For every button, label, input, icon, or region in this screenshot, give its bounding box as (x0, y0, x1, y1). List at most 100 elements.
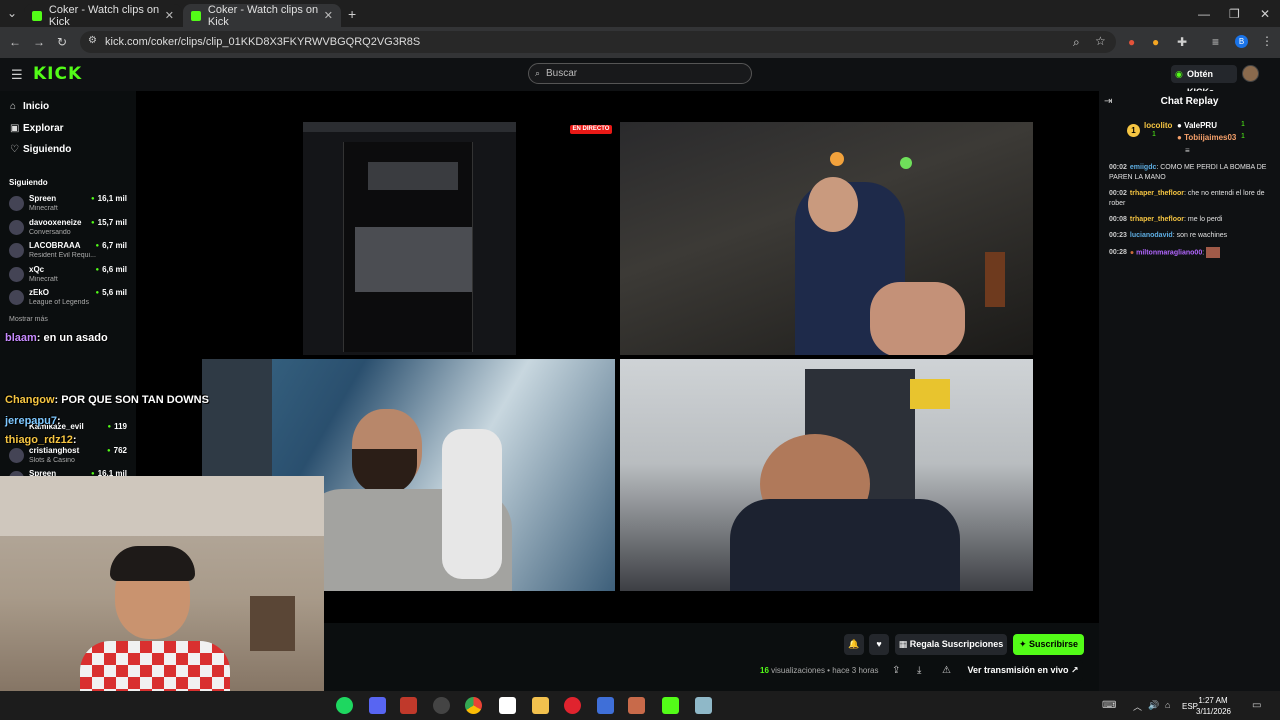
notifications-button[interactable]: 🔔 (844, 634, 864, 655)
new-tab-icon[interactable]: + (348, 6, 356, 22)
chat-user[interactable]: emiigdc (1130, 164, 1156, 171)
opera-icon[interactable] (564, 697, 581, 714)
recommended-channel[interactable]: cristianghost Slots & Casino 762 (9, 446, 131, 468)
browser-tab-active[interactable]: Coker - Watch clips on Kick ✕ (183, 3, 341, 28)
keyboard-icon[interactable]: ⌨ (1102, 700, 1116, 711)
chat-user[interactable]: miltonmaragliano00 (1136, 249, 1202, 256)
channel-name: cristianghost (29, 446, 80, 455)
get-kicks-button[interactable]: ◉ Obtén KICKs (1171, 65, 1237, 97)
forward-icon[interactable]: → (33, 35, 45, 49)
volume-icon[interactable]: 🔊 (1148, 700, 1159, 711)
channel-name: xQc (29, 265, 45, 274)
tray-chevron-icon[interactable]: ︿ (1133, 700, 1142, 713)
top-gifter-name[interactable]: locolito (1144, 121, 1172, 130)
streamer-facecam (0, 476, 324, 720)
chat-text: me lo perdi (1187, 216, 1223, 223)
nav-home[interactable]: ⌂ Inicio (10, 101, 49, 112)
chat-time: 00:08 (1109, 216, 1127, 223)
channel-name: davooxeneize (29, 218, 82, 227)
kick-app-icon[interactable] (662, 697, 679, 714)
user-avatar[interactable] (1242, 65, 1259, 82)
media-control-icon[interactable]: ≡ (1212, 35, 1219, 49)
zoom-icon[interactable]: ⌕ (1073, 35, 1080, 50)
kick-logo[interactable]: KICK (33, 64, 82, 84)
file-explorer-icon[interactable] (532, 697, 549, 714)
watch-live-label: Ver transmisión en vivo (967, 665, 1069, 675)
app-icon[interactable] (597, 697, 614, 714)
chat-time: 00:02 (1109, 190, 1127, 197)
followed-channel[interactable]: zEkO League of Legends 5,6 mil (9, 288, 131, 310)
followed-channel[interactable]: Spreen Minecraft 16,1 mil (9, 194, 131, 216)
voicemeeter-icon[interactable] (400, 697, 417, 714)
channel-name: LACOBRAAA (29, 241, 81, 250)
gift-subs-button[interactable]: ▦ Regala Suscripciones (895, 634, 1007, 655)
spotify-icon[interactable] (336, 697, 353, 714)
download-icon[interactable]: ⤓ (917, 665, 921, 676)
profile-icon[interactable]: B (1235, 35, 1248, 48)
clock[interactable]: 1:27 AM 3/11/2026 (1196, 695, 1231, 717)
followed-channel[interactable]: davooxeneize Conversando 15,7 mil (9, 218, 131, 240)
channel-category: Resident Evil Requi... (29, 252, 96, 259)
followed-channel[interactable]: LACOBRAAA Resident Evil Requi... 6,7 mil (9, 241, 131, 263)
nav-following[interactable]: ♡ Siguiendo (10, 144, 71, 155)
extension-icon[interactable]: ● (1128, 35, 1135, 49)
notepad-icon[interactable] (695, 697, 712, 714)
discord-icon[interactable] (369, 697, 386, 714)
app-icon[interactable] (499, 697, 516, 714)
minimize-icon[interactable]: — (1198, 7, 1210, 21)
nav-label: Explorar (23, 123, 64, 134)
overlay-chat-user: thiago_rdz12 (5, 434, 73, 446)
reload-icon[interactable]: ↻ (57, 35, 67, 49)
top-gifter-count: 1 (1241, 133, 1245, 140)
kick-favicon-icon (191, 10, 201, 21)
viewer-count: 119 (107, 422, 127, 431)
back-icon[interactable]: ← (9, 35, 21, 49)
site-info-icon[interactable]: ⚙ (88, 35, 97, 46)
extensions-puzzle-icon[interactable]: ✚ (1177, 35, 1187, 49)
avatar (9, 448, 24, 463)
chat-title: Chat Replay (1160, 96, 1219, 107)
url-input[interactable]: kick.com/coker/clips/clip_01KKD8X3FKYRWV… (80, 31, 1116, 53)
restore-icon[interactable]: ❐ (1229, 7, 1240, 21)
close-tab-icon[interactable]: ✕ (324, 9, 333, 22)
clip-stats: 16 visualizaciones • hace 3 horas (760, 666, 879, 675)
time-ago: hace 3 horas (832, 666, 879, 675)
notification-icon[interactable]: ▭ (1252, 700, 1261, 711)
nav-explore[interactable]: ▣ Explorar (10, 123, 64, 134)
watch-live-button[interactable]: Ver transmisión en vivo ↗ (963, 660, 1083, 681)
network-icon[interactable]: ⌂ (1165, 700, 1170, 710)
expand-icon[interactable]: ≡ (1185, 146, 1190, 155)
followed-channel[interactable]: xQc Minecraft 6,6 mil (9, 265, 131, 287)
menu-dots-icon[interactable]: ⋮ (1261, 34, 1273, 48)
chrome-icon[interactable] (465, 697, 482, 714)
overlay-chat-message: thiago_rdz12: (5, 434, 77, 446)
hamburger-menu-icon[interactable]: ☰ (11, 67, 23, 83)
follow-button[interactable]: ♥ (869, 634, 889, 655)
viewer-count: 15,7 mil (91, 218, 127, 227)
subscribe-button[interactable]: ✦ Suscribirse (1013, 634, 1084, 655)
chat-user[interactable]: lucianodavid (1130, 232, 1173, 239)
extension-icon[interactable]: ● (1152, 35, 1159, 49)
top-gifter-name[interactable]: ● Tobiijaimes03 (1177, 133, 1236, 142)
chat-user[interactable]: trhaper_thefloor (1130, 216, 1184, 223)
report-icon[interactable]: ⚠ (942, 665, 951, 676)
tab-title: Coker - Watch clips on Kick (207, 3, 319, 28)
app-icon[interactable] (628, 697, 645, 714)
chat-user[interactable]: trhaper_thefloor (1130, 190, 1184, 197)
tab-list-icon[interactable]: ⌄ (7, 6, 17, 20)
browser-tab[interactable]: Coker - Watch clips on Kick ✕ (24, 4, 182, 28)
close-window-icon[interactable]: ✕ (1260, 7, 1270, 21)
show-more-link[interactable]: Mostrar más (9, 316, 48, 323)
obs-icon[interactable] (433, 697, 450, 714)
close-tab-icon[interactable]: ✕ (165, 9, 174, 22)
bookmark-star-icon[interactable]: ☆ (1095, 34, 1106, 48)
search-input[interactable]: ⌕ Buscar (528, 63, 752, 84)
viewer-count: 16,1 mil (91, 194, 127, 203)
nav-label: Inicio (23, 101, 50, 112)
emote-icon (1206, 247, 1221, 258)
star-icon: ✦ (1018, 639, 1029, 649)
live-badge: EN DIRECTO (570, 125, 612, 134)
avatar (9, 196, 24, 211)
top-gifter-name[interactable]: ● ValePRU (1177, 121, 1217, 130)
share-icon[interactable]: ⇪ (892, 665, 900, 676)
